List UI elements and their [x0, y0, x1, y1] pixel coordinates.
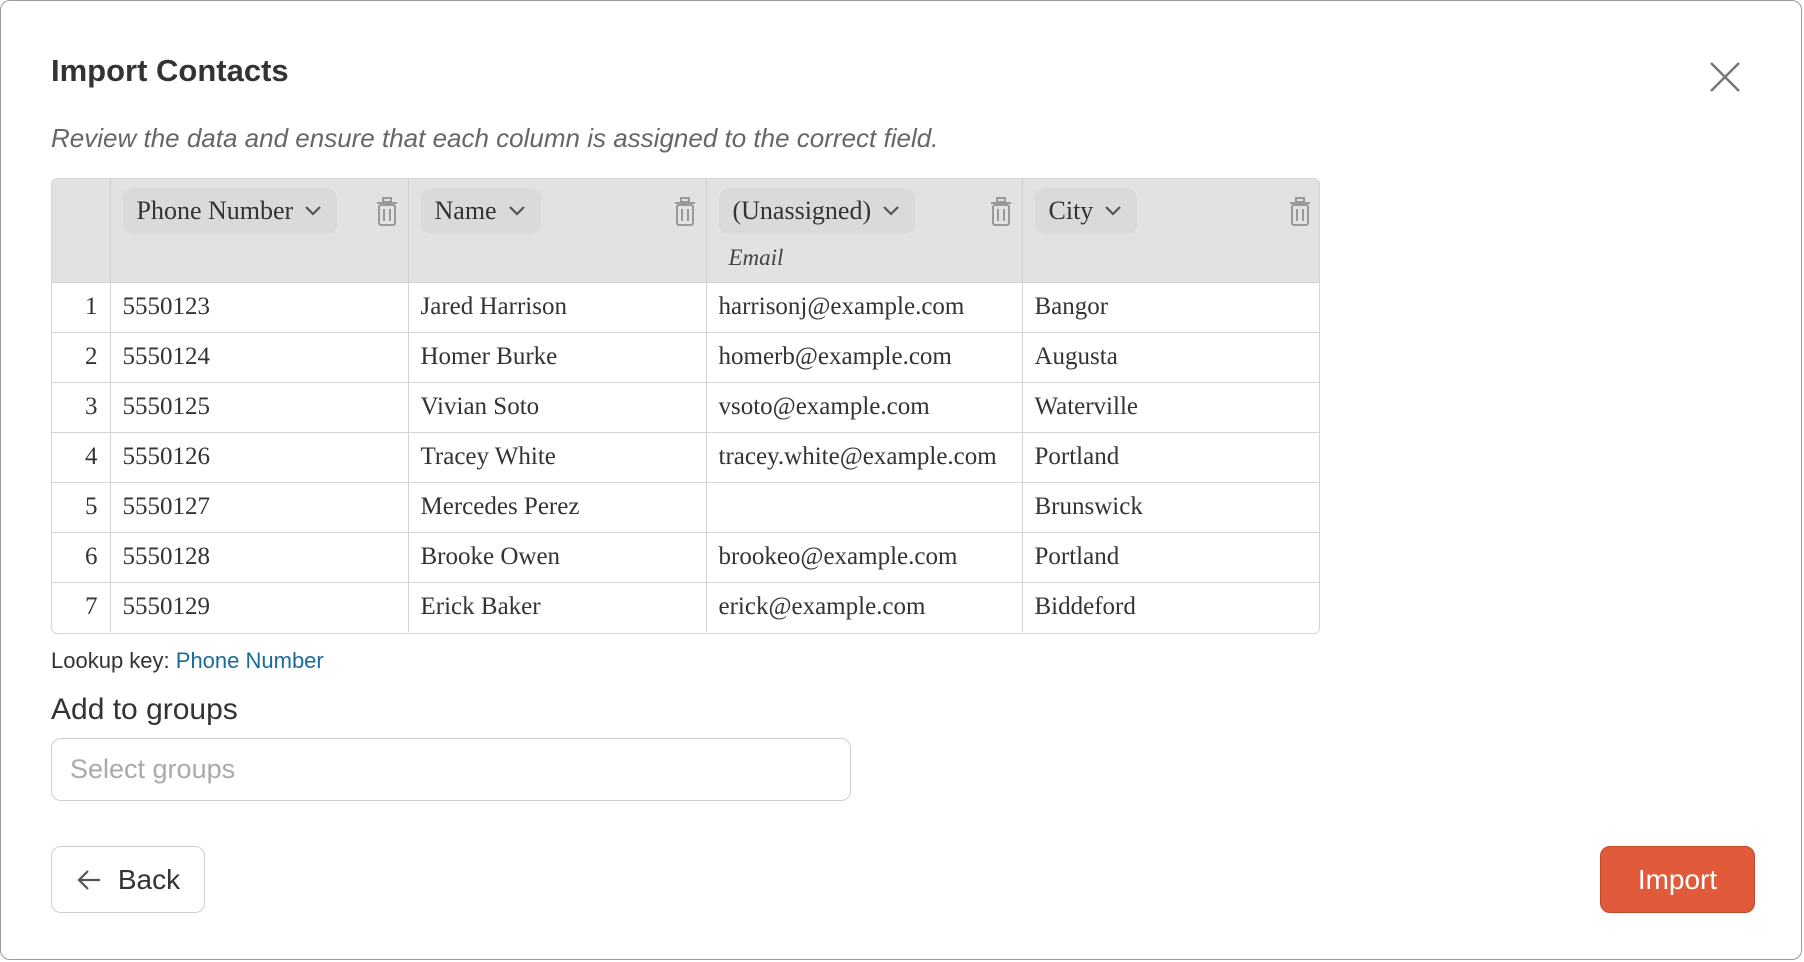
trash-icon[interactable] [1287, 197, 1313, 227]
chevron-down-icon [305, 206, 321, 216]
chevron-down-icon [508, 206, 525, 216]
cell-city: Portland [1022, 532, 1319, 583]
close-icon[interactable] [1701, 53, 1749, 101]
row-number: 1 [52, 282, 111, 333]
import-button[interactable]: Import [1600, 846, 1755, 913]
cell-city: Augusta [1022, 332, 1319, 383]
import-button-label: Import [1637, 863, 1718, 895]
add-to-groups-label: Add to groups [51, 693, 238, 726]
column-header-1: Phone Number [110, 179, 409, 283]
row-number: 6 [52, 532, 111, 583]
trash-icon[interactable] [672, 197, 698, 227]
cell-city: Portland [1022, 432, 1319, 483]
column-field-select[interactable]: Phone Number [122, 188, 338, 234]
cell-city: Waterville [1022, 382, 1319, 433]
cell-name: Erick Baker [408, 582, 707, 632]
column-field-label: Phone Number [136, 196, 294, 225]
cell-phone: 5550126 [110, 432, 409, 483]
cell-city: Brunswick [1022, 482, 1319, 533]
trash-icon[interactable] [374, 197, 400, 227]
row-number: 4 [52, 432, 111, 483]
column-header-2: Name [408, 179, 707, 283]
table-row: 3 5550125 Vivian Soto vsoto@example.com … [52, 382, 1319, 433]
cell-name: Vivian Soto [408, 382, 707, 433]
column-field-label: Name [434, 196, 497, 225]
back-button-label: Back [117, 863, 181, 895]
cell-email: tracey.white@example.com [706, 432, 1023, 483]
import-preview-table: Phone Number Name (Unassigned) Email Cit… [51, 178, 1320, 634]
cell-phone: 5550125 [110, 382, 409, 433]
dialog-title: Import Contacts [51, 53, 289, 88]
column-header-3: (Unassigned) Email [706, 179, 1023, 283]
table-row: 7 5550129 Erick Baker erick@example.com … [52, 582, 1319, 632]
lookup-key-label: Lookup key: [51, 648, 170, 673]
column-header-4: City [1022, 179, 1319, 283]
column-field-select[interactable]: City [1034, 188, 1138, 234]
cell-city: Biddeford [1022, 582, 1319, 632]
cell-name: Homer Burke [408, 332, 707, 383]
row-number: 5 [52, 482, 111, 533]
column-source-name: Email [728, 245, 784, 270]
arrow-left-icon [77, 869, 100, 890]
table-row: 6 5550128 Brooke Owen brookeo@example.co… [52, 532, 1319, 583]
cell-name: Jared Harrison [408, 282, 707, 333]
row-number: 7 [52, 582, 111, 632]
cell-email: erick@example.com [706, 582, 1023, 632]
cell-phone: 5550128 [110, 532, 409, 583]
groups-select-input[interactable] [51, 738, 851, 801]
column-field-select[interactable]: Name [420, 188, 541, 234]
cell-name: Tracey White [408, 432, 707, 483]
import-contacts-dialog: Import Contacts Review the data and ensu… [0, 0, 1802, 960]
cell-phone: 5550123 [110, 282, 409, 333]
cell-email: brookeo@example.com [706, 532, 1023, 583]
lookup-key-link[interactable]: Phone Number [176, 648, 324, 673]
cell-phone: 5550124 [110, 332, 409, 383]
cell-email: vsoto@example.com [706, 382, 1023, 433]
cell-name: Brooke Owen [408, 532, 707, 583]
chevron-down-icon [1105, 206, 1122, 216]
dialog-subtitle: Review the data and ensure that each col… [51, 123, 939, 153]
table-row: 5 5550127 Mercedes Perez Brunswick [52, 482, 1319, 533]
table-row: 1 5550123 Jared Harrison harrisonj@examp… [52, 282, 1319, 333]
column-field-label: City [1048, 196, 1094, 225]
back-button[interactable]: Back [51, 846, 205, 913]
column-field-label: (Unassigned) [732, 196, 872, 225]
cell-phone: 5550127 [110, 482, 409, 533]
row-number-header [52, 179, 111, 283]
row-number: 3 [52, 382, 111, 433]
lookup-key: Lookup key: Phone Number [51, 648, 324, 674]
cell-email [706, 482, 1023, 533]
chevron-down-icon [883, 206, 899, 216]
cell-email: harrisonj@example.com [706, 282, 1023, 333]
table-row: 2 5550124 Homer Burke homerb@example.com… [52, 332, 1319, 383]
trash-icon[interactable] [988, 197, 1014, 227]
row-number: 2 [52, 332, 111, 383]
column-field-select[interactable]: (Unassigned) [718, 188, 916, 234]
cell-city: Bangor [1022, 282, 1319, 333]
cell-email: homerb@example.com [706, 332, 1023, 383]
cell-phone: 5550129 [110, 582, 409, 632]
cell-name: Mercedes Perez [408, 482, 707, 533]
table-row: 4 5550126 Tracey White tracey.white@exam… [52, 432, 1319, 483]
